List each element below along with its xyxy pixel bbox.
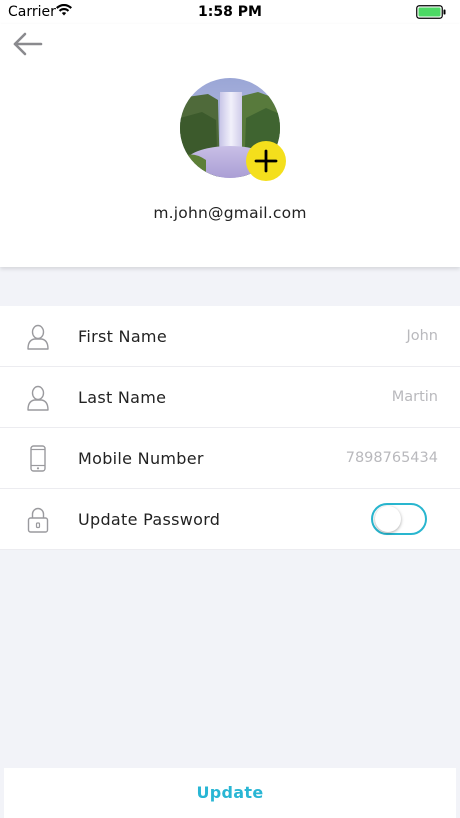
user-icon xyxy=(27,385,49,411)
update-button[interactable]: Update xyxy=(4,768,456,818)
update-password-toggle[interactable] xyxy=(371,503,427,535)
first-name-label: First Name xyxy=(78,327,167,346)
update-password-row: Update Password xyxy=(0,489,460,550)
toggle-knob xyxy=(375,506,401,532)
mobile-number-field[interactable]: 7898765434 xyxy=(346,450,438,466)
lock-icon xyxy=(27,507,49,533)
battery-icon xyxy=(416,5,446,19)
profile-header: m.john@gmail.com xyxy=(0,24,460,267)
mobile-number-label: Mobile Number xyxy=(78,449,204,468)
avatar-container xyxy=(180,78,286,181)
back-button[interactable] xyxy=(10,30,46,58)
first-name-field[interactable]: John xyxy=(406,328,438,344)
update-password-label: Update Password xyxy=(78,510,221,529)
user-email: m.john@gmail.com xyxy=(153,204,307,222)
status-time: 1:58 PM xyxy=(198,4,262,20)
arrow-left-icon xyxy=(13,32,43,56)
mobile-phone-icon xyxy=(30,445,46,472)
user-icon xyxy=(27,324,49,350)
plus-icon xyxy=(254,149,278,173)
first-name-row[interactable]: First Name John xyxy=(0,306,460,367)
add-photo-button[interactable] xyxy=(246,141,286,181)
profile-form: First Name John Last Name Martin Mobile … xyxy=(0,306,460,550)
last-name-label: Last Name xyxy=(78,388,167,407)
last-name-row[interactable]: Last Name Martin xyxy=(0,367,460,428)
mobile-number-row[interactable]: Mobile Number 7898765434 xyxy=(0,428,460,489)
last-name-field[interactable]: Martin xyxy=(392,389,438,405)
status-bar: Carrier 1:58 PM xyxy=(0,0,460,24)
